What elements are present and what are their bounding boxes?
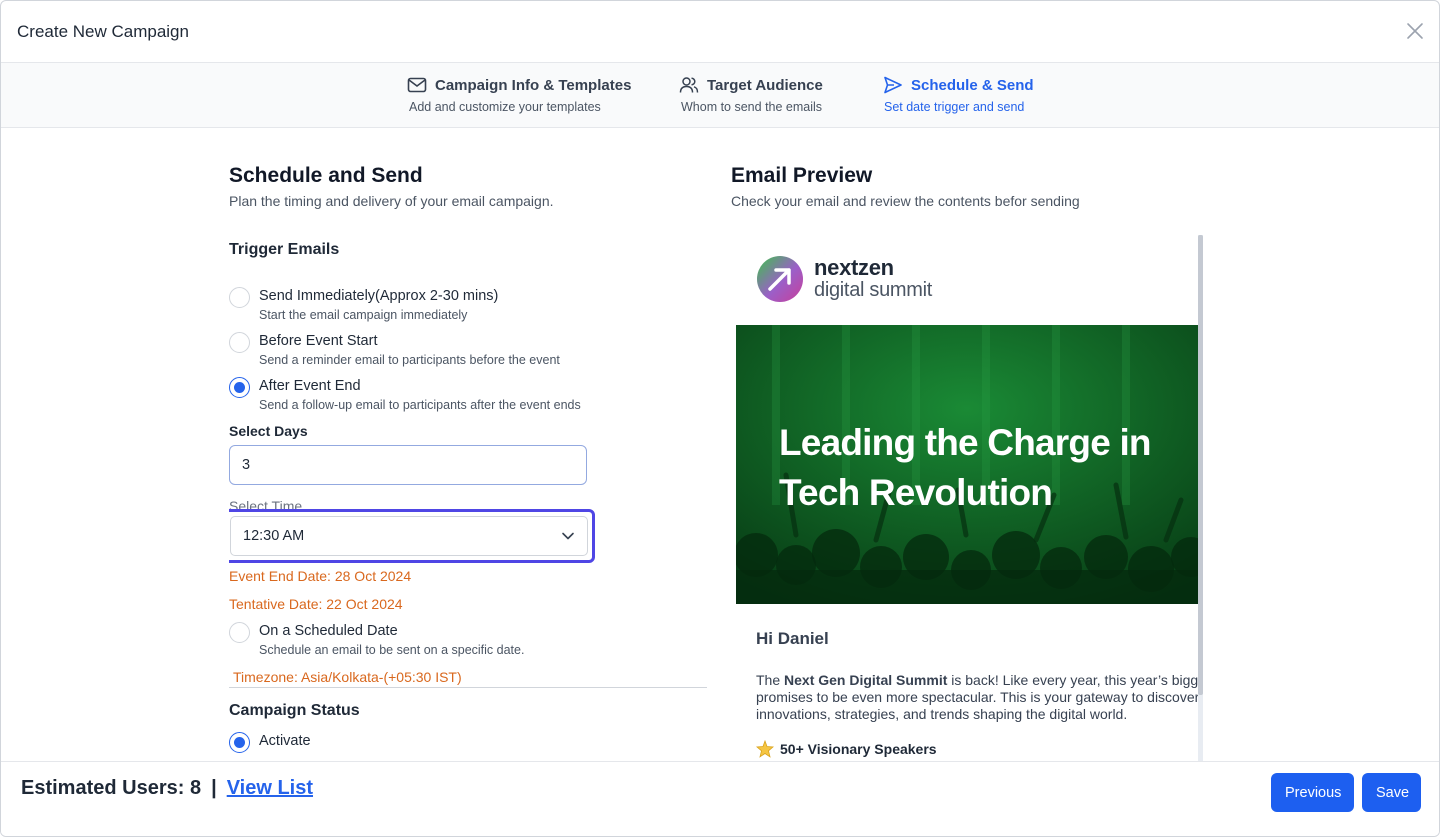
hero-banner: Leading the Charge in Tech Revolution (736, 325, 1198, 604)
option-desc: Start the email campaign immediately (259, 308, 468, 322)
stepper: Campaign Info & Templates Add and custom… (1, 63, 1439, 128)
option-scheduled-date[interactable]: On a Scheduled Date Schedule an email to… (229, 622, 524, 657)
option-after-event-end[interactable]: After Event End Send a follow-up email t… (229, 377, 581, 412)
preview-scrollbar[interactable] (1198, 235, 1203, 761)
select-time-dropdown[interactable]: 12:30 AM (230, 516, 588, 556)
view-list-link[interactable]: View List (227, 777, 313, 800)
step-target-audience[interactable]: Target Audience Whom to send the emails (679, 75, 823, 114)
mail-icon (407, 77, 427, 93)
star-icon (756, 740, 774, 758)
estimated-users-count: Estimated Users: 8 (21, 777, 202, 799)
select-time-focus-ring: 12:30 AM (229, 509, 595, 563)
option-title: Send Immediately(Approx 2-30 mins) (259, 288, 499, 304)
step-sub: Add and customize your templates (409, 100, 601, 114)
step-label: Schedule & Send (911, 76, 1034, 94)
body-text: promises to be even more spectacular. Th… (756, 689, 1198, 705)
select-days-label: Select Days (229, 423, 308, 439)
step-sub: Whom to send the emails (681, 100, 823, 114)
chevron-down-icon (562, 532, 574, 540)
estimated-users: Estimated Users: 8 | View List (21, 777, 313, 800)
campaign-status-title: Campaign Status (229, 702, 360, 719)
schedule-subtitle: Plan the timing and delivery of your ema… (229, 193, 554, 209)
step-sub: Set date trigger and send (884, 100, 1025, 114)
email-preview[interactable]: nextzen digital summit Leading the Charg… (736, 235, 1198, 761)
brand-name: nextzen (814, 255, 894, 280)
trigger-emails-title: Trigger Emails (229, 241, 340, 258)
email-preview-panel: Email Preview Check your email and revie… (731, 128, 1211, 761)
previous-button[interactable]: Previous (1271, 773, 1354, 812)
create-campaign-modal: Create New Campaign Campaign Info & Temp… (0, 0, 1440, 837)
step-label: Target Audience (707, 76, 823, 94)
option-desc: Send a reminder email to participants be… (259, 353, 560, 367)
scrollbar-thumb[interactable] (1198, 235, 1203, 695)
option-title: On a Scheduled Date (259, 623, 398, 639)
schedule-title: Schedule and Send (229, 164, 423, 187)
option-title: Activate (259, 733, 311, 749)
users-icon (679, 77, 699, 93)
save-button[interactable]: Save (1362, 773, 1421, 812)
separator: | (211, 777, 217, 799)
step-campaign-info[interactable]: Campaign Info & Templates Add and custom… (407, 75, 631, 114)
option-title: Before Event Start (259, 333, 378, 349)
body-text: The (756, 672, 785, 688)
bullet-text: 50+ Visionary Speakers (780, 741, 937, 757)
option-desc: Schedule an email to be sent on a specif… (259, 643, 525, 657)
radio-scheduled-date[interactable] (229, 622, 250, 643)
preview-subtitle: Check your email and review the contents… (731, 193, 1080, 209)
radio-before-event-start[interactable] (229, 332, 250, 353)
hero-headline: Leading the Charge in Tech Revolution (779, 422, 1152, 513)
body-text: innovations, strategies, and trends shap… (756, 706, 1128, 722)
step-label: Campaign Info & Templates (435, 76, 632, 94)
tentative-date: Tentative Date: 22 Oct 2024 (229, 596, 403, 612)
radio-send-immediately[interactable] (229, 287, 250, 308)
email-body: The Next Gen Digital Summit is back! Lik… (756, 672, 1198, 723)
modal-header: Create New Campaign (1, 1, 1439, 63)
option-before-event-start[interactable]: Before Event Start Send a reminder email… (229, 332, 560, 367)
radio-after-event-end[interactable] (229, 377, 250, 398)
option-activate[interactable]: Activate (229, 732, 311, 753)
schedule-panel: Schedule and Send Plan the timing and de… (229, 128, 709, 761)
speakers-bullet: 50+ Visionary Speakers (756, 740, 937, 758)
event-end-date: Event End Date: 28 Oct 2024 (229, 568, 412, 584)
brand-tagline: digital summit (814, 279, 933, 301)
close-icon[interactable] (1405, 21, 1425, 41)
timezone-label: Timezone: Asia/Kolkata-(+05:30 IST) (233, 669, 462, 685)
step-schedule-send[interactable]: Schedule & Send Set date trigger and sen… (883, 75, 1034, 115)
divider (229, 687, 707, 688)
option-send-immediately[interactable]: Send Immediately(Approx 2-30 mins) Start… (229, 287, 498, 322)
select-time-value: 12:30 AM (243, 528, 305, 544)
select-days-input[interactable] (229, 445, 587, 485)
option-desc: Send a follow-up email to participants a… (259, 398, 581, 412)
modal-footer: Estimated Users: 8 | View List Previous … (1, 761, 1439, 836)
body-bold: Next Gen Digital Summit (784, 672, 948, 688)
body-text: is back! Like every year, this year’s bi… (947, 672, 1198, 688)
option-title: After Event End (259, 378, 361, 394)
radio-activate[interactable] (229, 732, 250, 753)
send-icon (884, 76, 902, 94)
nextzen-logo-icon (757, 256, 803, 302)
preview-title: Email Preview (731, 164, 873, 187)
modal-title: Create New Campaign (17, 22, 189, 41)
brand-logo: nextzen digital summit (756, 255, 932, 303)
email-greeting: Hi Daniel (756, 629, 829, 648)
